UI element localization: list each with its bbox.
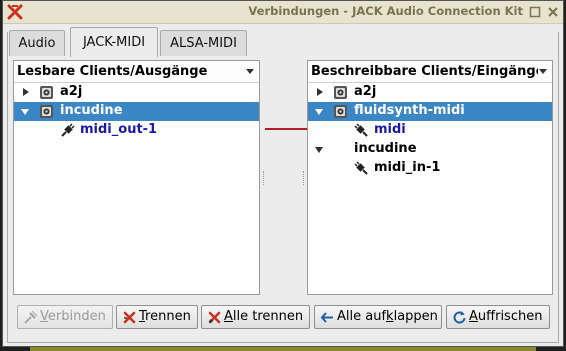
- taskbar-strip: [30, 347, 536, 351]
- close-icon[interactable]: [545, 4, 561, 20]
- window-title: Verbindungen - JACK Audio Connection Kit: [248, 4, 523, 18]
- window-menu-icon[interactable]: [7, 4, 23, 20]
- title-bar[interactable]: Verbindungen - JACK Audio Connection Kit: [3, 1, 563, 24]
- tab-content-frame: [7, 32, 559, 343]
- connections-window: Verbindungen - JACK Audio Connection Kit…: [2, 0, 564, 347]
- minimize-icon[interactable]: [527, 4, 543, 20]
